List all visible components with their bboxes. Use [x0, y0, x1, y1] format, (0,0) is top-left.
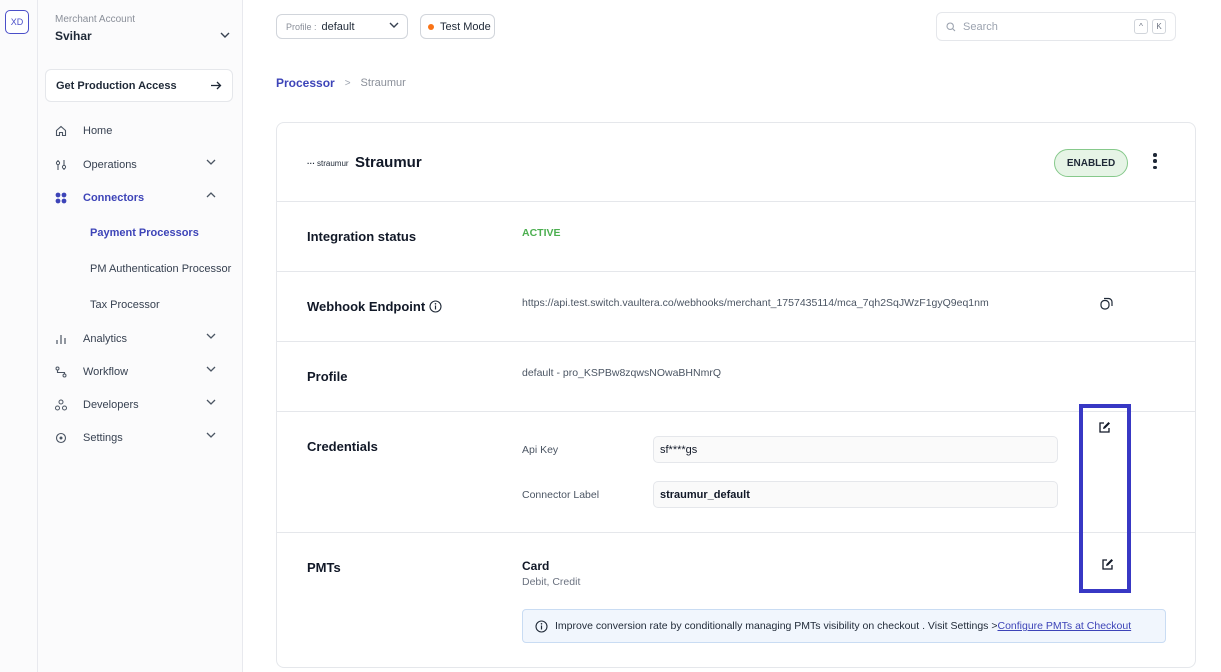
sidebar-item-label: Workflow: [83, 366, 129, 378]
sidebar-item-label: Operations: [83, 159, 137, 171]
sidebar-item-label: Home: [83, 125, 113, 137]
sidebar-item-payment-processors[interactable]: Payment Processors: [90, 227, 199, 239]
sidebar-item-analytics[interactable]: Analytics: [54, 329, 222, 349]
chevron-down-icon: [206, 333, 216, 339]
test-mode-toggle[interactable]: Test Mode: [420, 14, 495, 39]
copy-icon[interactable]: [1099, 296, 1113, 310]
bar-chart-icon: [54, 332, 68, 346]
chevron-down-icon: [206, 366, 216, 372]
workflow-icon: [54, 365, 68, 379]
payment-method-types: Debit, Credit: [522, 576, 581, 588]
chevron-down-icon: [206, 432, 216, 438]
breadcrumb-current: Straumur: [360, 77, 406, 89]
chevron-down-icon: [389, 22, 399, 28]
chevron-up-icon: [206, 192, 216, 198]
search-icon: [946, 21, 956, 31]
left-rail: XD: [0, 0, 38, 672]
chevron-down-icon: [206, 159, 216, 165]
test-mode-dot: [428, 23, 434, 30]
breadcrumb-processor-link[interactable]: Processor: [276, 76, 335, 90]
breadcrumb: Processor > Straumur: [276, 76, 406, 90]
divider: [277, 532, 1195, 533]
payment-method-title: Card: [522, 559, 550, 573]
connector-label-label: Connector Label: [522, 489, 600, 501]
divider: [277, 201, 1195, 202]
connectors-icon: [54, 191, 68, 205]
sidebar-item-label: Settings: [83, 432, 123, 444]
sidebar-item-operations[interactable]: Operations: [54, 155, 222, 175]
connector-name: Straumur: [355, 154, 422, 171]
connector-label-field: straumur_default: [653, 481, 1058, 508]
webhook-endpoint-label: Webhook Endpoint: [307, 299, 442, 314]
merchant-name: Svihar: [55, 29, 92, 43]
configure-pmts-link[interactable]: Configure PMTs at Checkout: [997, 620, 1131, 632]
connector-logo: ··· straumur: [307, 159, 349, 168]
merchant-label: Merchant Account: [55, 14, 136, 25]
info-icon[interactable]: [429, 300, 442, 313]
arrow-right-icon: [211, 81, 222, 90]
info-icon: [535, 619, 548, 633]
webhook-endpoint-text: Webhook Endpoint: [307, 299, 426, 314]
webhook-endpoint-value: https://api.test.switch.vaultera.co/webh…: [522, 297, 989, 309]
workspace-avatar[interactable]: XD: [5, 10, 29, 34]
logo-dots: ···: [307, 159, 315, 168]
search-input[interactable]: Search ^ K: [936, 12, 1176, 41]
breadcrumb-separator: >: [344, 77, 351, 89]
edit-pmts-icon[interactable]: [1100, 557, 1115, 572]
pmts-info-banner: Improve conversion rate by conditionally…: [522, 609, 1166, 643]
gear-icon: [54, 431, 68, 445]
api-key-field: sf****gs: [653, 436, 1058, 463]
edit-credentials-icon[interactable]: [1097, 420, 1112, 435]
test-mode-label: Test Mode: [440, 20, 491, 33]
profile-value: default - pro_KSPBw8zqwsNOwaBHNmrQ: [522, 367, 721, 379]
connector-card: ··· straumur Straumur ENABLED Integratio…: [276, 122, 1196, 668]
sidebar-item-home[interactable]: Home: [54, 121, 222, 141]
search-placeholder: Search: [963, 20, 998, 33]
sidebar-item-developers[interactable]: Developers: [54, 395, 222, 415]
shortcut-k-key: K: [1152, 19, 1166, 34]
sliders-icon: [54, 158, 68, 172]
credentials-label: Credentials: [307, 439, 378, 454]
integration-status-value: ACTIVE: [522, 227, 561, 239]
sidebar-item-label: Connectors: [83, 192, 145, 204]
profile-select-value: default: [321, 20, 355, 33]
sidebar-item-label: Analytics: [83, 333, 128, 345]
sidebar-item-tax-processor[interactable]: Tax Processor: [90, 299, 160, 311]
profile-label: Profile: [307, 369, 348, 384]
logo-text: straumur: [317, 159, 349, 168]
chevron-down-icon: [220, 32, 230, 38]
sidebar-item-connectors[interactable]: Connectors: [54, 188, 222, 208]
chevron-down-icon: [206, 399, 216, 405]
divider: [277, 341, 1195, 342]
shortcut-ctrl-key: ^: [1134, 19, 1148, 34]
developers-icon: [54, 398, 68, 412]
integration-status-label: Integration status: [307, 229, 417, 244]
sidebar-item-pm-authentication[interactable]: PM Authentication Processor: [90, 263, 231, 275]
production-button-label: Get Production Access: [56, 79, 177, 92]
divider: [277, 411, 1195, 412]
divider: [277, 271, 1195, 272]
pmts-label: PMTs: [307, 560, 341, 575]
sidebar-item-label: Developers: [83, 399, 139, 411]
home-icon: [54, 124, 68, 138]
more-options-icon[interactable]: [1149, 151, 1161, 171]
profile-select[interactable]: Profile : default: [276, 14, 408, 39]
sidebar-item-workflow[interactable]: Workflow: [54, 362, 222, 382]
get-production-access-button[interactable]: Get Production Access: [45, 69, 233, 102]
sidebar-item-settings[interactable]: Settings: [54, 428, 222, 448]
status-badge[interactable]: ENABLED: [1054, 149, 1128, 177]
info-banner-text: Improve conversion rate by conditionally…: [555, 620, 998, 632]
merchant-selector[interactable]: Merchant Account Svihar: [55, 14, 230, 43]
sidebar: Merchant Account Svihar Get Production A…: [38, 0, 243, 672]
api-key-label: Api Key: [522, 444, 559, 456]
profile-select-label: Profile :: [286, 21, 317, 32]
